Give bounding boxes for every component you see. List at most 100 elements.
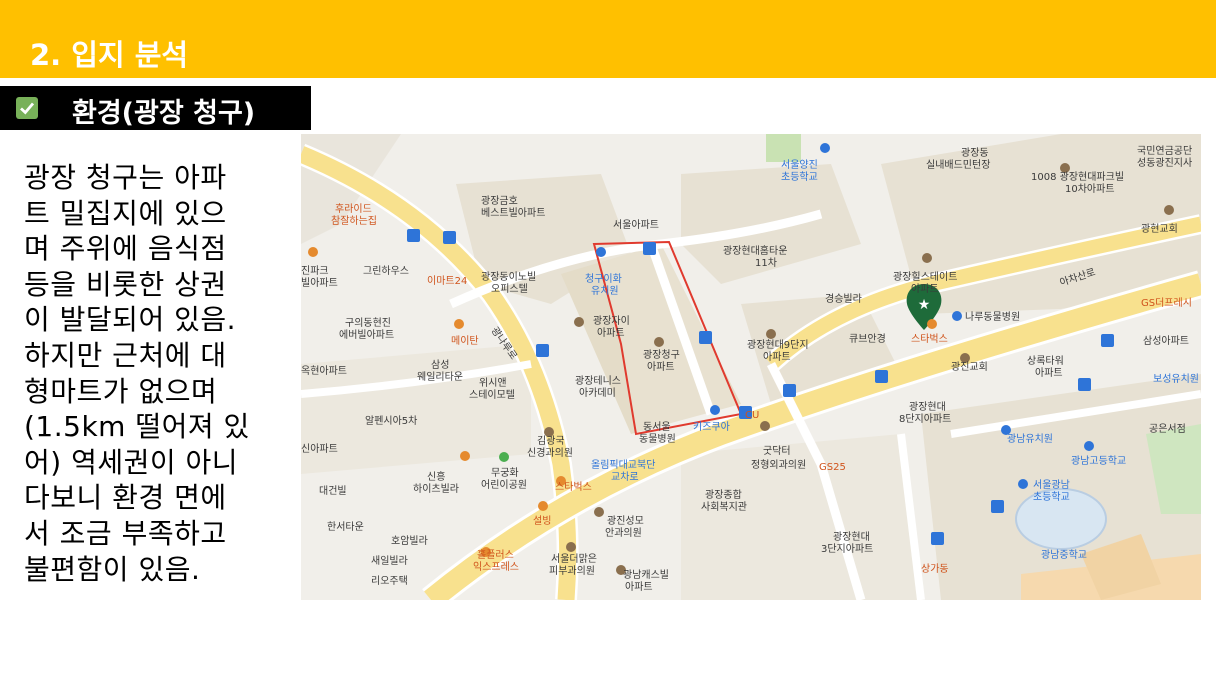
map-label: 빌아파트 (301, 277, 338, 289)
church-icon[interactable] (1164, 205, 1174, 215)
map-label: 광남유치원 (1007, 433, 1053, 445)
animal-hospital-icon[interactable] (952, 311, 962, 321)
bus-stop-icon[interactable] (931, 532, 944, 545)
check-icon (16, 97, 38, 119)
map-label: 광남캐스빌 (623, 569, 669, 581)
map-label: 아파트 (597, 327, 625, 339)
map-label: 무궁화 (491, 467, 519, 479)
map-label: 공은서점 (1149, 423, 1186, 435)
bus-stop-icon[interactable] (783, 384, 796, 397)
description-line: 어) 역세권이 아니 (24, 445, 239, 479)
map-label: 구의동현진 (345, 317, 391, 329)
map-label: 스타벅스 (555, 481, 592, 493)
clinic-icon[interactable] (566, 542, 576, 552)
map-label: 광장현대9단지 (747, 339, 809, 351)
map-canvas[interactable]: ★ 서울양진 초등학교 광장동 실내배드민턴장 1008 광장현대파크빌 10차… (301, 134, 1201, 600)
map-label: 웨일리타운 (417, 371, 463, 383)
map-label: 광남고등학교 (1071, 455, 1126, 467)
bus-stop-icon[interactable] (1078, 378, 1091, 391)
apartment-icon[interactable] (766, 329, 776, 339)
school-icon[interactable] (1018, 479, 1028, 489)
bus-stop-icon[interactable] (699, 331, 712, 344)
map-label: 아카데미 (579, 387, 616, 399)
school-icon[interactable] (820, 143, 830, 153)
map-label: 에버빌아파트 (339, 329, 394, 341)
description-line: 광장 청구는 아파 (24, 161, 227, 194)
map-label: 스테이모텔 (469, 389, 515, 401)
map-label: 아파트 (647, 361, 675, 373)
restaurant-icon[interactable] (460, 451, 470, 461)
map-label: 나루동물병원 (965, 311, 1020, 323)
apartment-icon[interactable] (654, 337, 664, 347)
map-label: 옥현아파트 (301, 365, 347, 377)
map-label: 경승빌라 (825, 292, 862, 305)
map-label: 알펜시아5차 (365, 415, 417, 427)
map-label: 서울더맑은 (551, 553, 597, 565)
map-label: 8단지아파트 (899, 413, 951, 425)
clinic-icon[interactable] (594, 507, 604, 517)
kids-cafe-icon[interactable] (710, 405, 720, 415)
bus-stop-icon[interactable] (643, 242, 656, 255)
map-label: 어린이공원 (481, 479, 527, 491)
map-label: GS25 (819, 462, 846, 473)
apartment-icon[interactable] (922, 253, 932, 263)
cafe-icon[interactable] (927, 319, 937, 329)
map-label: 유치원 (591, 285, 619, 297)
bus-stop-icon[interactable] (991, 500, 1004, 513)
map-label: 교차로 (611, 471, 639, 483)
map-label: 신경과의원 (527, 446, 573, 459)
bus-stop-icon[interactable] (875, 370, 888, 383)
description-line: 트 밀집지에 있으 (24, 196, 227, 230)
map-label: 베스트빌아파트 (481, 207, 545, 219)
map-label: 서울양진 (781, 159, 818, 171)
description-line: 다보니 환경 면에 (24, 481, 227, 515)
restaurant-icon[interactable] (538, 501, 548, 511)
description-line: 이 발달되어 있음. (24, 303, 237, 337)
clinic-icon[interactable] (760, 421, 770, 431)
map-label: 상록타워 (1027, 354, 1064, 367)
map-label: 아파트 (911, 283, 939, 295)
map-label: 한서타운 (327, 521, 364, 533)
map-label: 오피스텔 (491, 283, 528, 295)
description-line: (1.5km 떨어져 있 (24, 410, 250, 444)
park-icon[interactable] (499, 452, 509, 462)
map-label: 후라이드 (335, 203, 372, 215)
map-label: 진파크 (301, 265, 329, 277)
map-label: 홀플러스 (477, 548, 514, 561)
map-label: 초등학교 (781, 171, 818, 183)
location-map[interactable]: ★ 서울양진 초등학교 광장동 실내배드민턴장 1008 광장현대파크빌 10차… (301, 134, 1201, 600)
map-label: 광장현대 (833, 531, 870, 543)
map-label: 동서울 (643, 421, 671, 433)
map-label: 리오주택 (371, 575, 408, 587)
map-label: 3단지아파트 (821, 543, 873, 555)
bus-stop-icon[interactable] (536, 344, 549, 357)
map-label: 위시앤 (479, 376, 507, 389)
map-label: 스타벅스 (911, 333, 948, 345)
restaurant-icon[interactable] (308, 247, 318, 257)
school-icon[interactable] (1084, 441, 1094, 451)
map-label: 안과의원 (605, 527, 642, 539)
apartment-icon[interactable] (574, 317, 584, 327)
map-label: 동물병원 (639, 433, 676, 445)
map-label: 광장동이노빌 (481, 271, 536, 283)
bus-stop-icon[interactable] (1101, 334, 1114, 347)
page-title: 2. 입지 분석 (30, 38, 189, 72)
map-label: 11차 (755, 257, 777, 269)
description-line: 등을 비롯한 상권 (24, 267, 227, 301)
restaurant-icon[interactable] (454, 319, 464, 329)
svg-text:★: ★ (918, 297, 931, 313)
description-line: 형마트가 없으며 (24, 374, 218, 408)
map-label: GS더프레시 (1141, 297, 1192, 309)
map-label: 설빙 (533, 515, 551, 527)
map-label: 광장종합 (705, 489, 742, 501)
map-label: 사회복지관 (701, 501, 747, 513)
map-label: 10차아파트 (1065, 183, 1115, 195)
bus-stop-icon[interactable] (407, 229, 420, 242)
map-label: 삼성아파트 (1143, 335, 1189, 347)
map-label: 피부과의원 (549, 565, 595, 577)
kindergarten-icon[interactable] (596, 247, 606, 257)
map-label: 메이탄 (451, 335, 479, 347)
map-label: 하이츠빌라 (413, 482, 459, 495)
bus-stop-icon[interactable] (443, 231, 456, 244)
section-title: 환경(광장 청구) (72, 98, 256, 129)
